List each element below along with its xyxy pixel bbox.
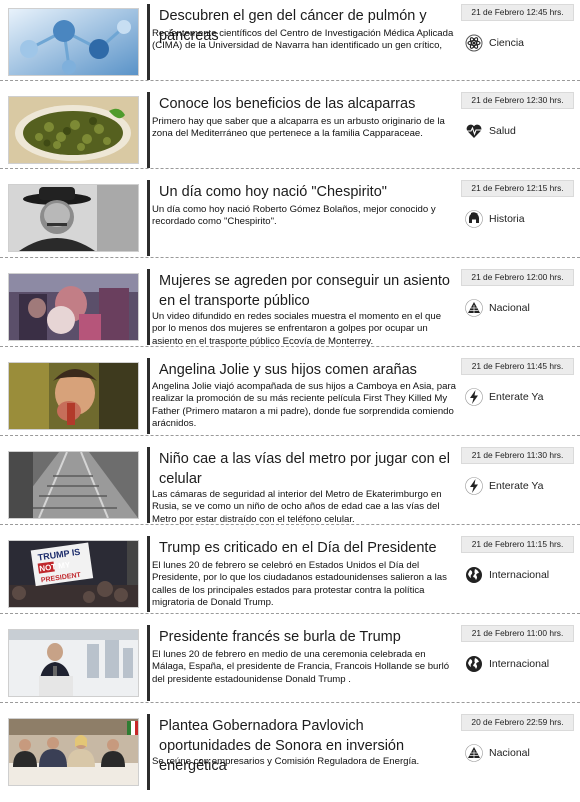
news-date-badge: 21 de Febrero 11:15 hrs. <box>461 536 574 553</box>
news-thumbnail[interactable] <box>8 362 139 430</box>
category-link[interactable]: Ciencia <box>465 32 524 54</box>
capers-image <box>9 97 138 163</box>
news-item[interactable]: TRUMP IS NOT MY PRESIDENT Trump es criti… <box>0 536 580 624</box>
panel-image <box>9 719 138 785</box>
category-label: Internacional <box>489 569 550 581</box>
pyramid-icon <box>465 299 483 317</box>
category-link[interactable]: Internacional <box>465 564 549 586</box>
bus-fight-image <box>9 274 138 340</box>
news-date-badge: 20 de Febrero 22:59 hrs. <box>461 714 574 731</box>
pyramid-icon <box>465 744 483 762</box>
category-link[interactable]: Historia <box>465 208 525 230</box>
news-date-badge: 21 de Febrero 12:15 hrs. <box>461 180 574 197</box>
news-date-badge: 21 de Febrero 12:30 hrs. <box>461 92 574 109</box>
news-date-badge: 21 de Febrero 11:45 hrs. <box>461 358 574 375</box>
podium-image <box>9 630 138 696</box>
category-link[interactable]: Internacional <box>465 653 549 675</box>
category-label: Ciencia <box>489 37 525 49</box>
news-thumbnail[interactable] <box>8 718 139 786</box>
news-summary: Las cámaras de seguridad al interior del… <box>152 489 442 525</box>
category-label: Internacional <box>489 658 550 670</box>
news-thumbnail[interactable] <box>8 184 139 252</box>
atom-icon <box>465 34 483 52</box>
news-thumbnail[interactable]: TRUMP IS NOT MY PRESIDENT <box>8 540 139 608</box>
accent-bar <box>147 625 150 701</box>
globe-icon <box>465 566 483 584</box>
news-summary: Un video difundido en redes sociales mue… <box>152 311 442 347</box>
category-label: Enterate Ya <box>489 480 544 492</box>
news-title[interactable]: Un día como hoy nació "Chespirito" <box>159 182 455 202</box>
category-label: Enterate Ya <box>489 391 544 403</box>
news-title[interactable]: Conoce los beneficios de las alcaparras <box>159 94 455 114</box>
globe-icon <box>465 655 483 673</box>
news-title[interactable]: Angelina Jolie y sus hijos comen arañas <box>159 360 455 380</box>
news-item[interactable]: Un día como hoy nació "Chespirito" Un dí… <box>0 180 580 268</box>
news-thumbnail[interactable] <box>8 451 139 519</box>
news-summary: Recientemente científicos del Centro de … <box>152 28 454 52</box>
news-item[interactable]: Angelina Jolie y sus hijos comen arañas … <box>0 358 580 446</box>
accent-bar <box>147 536 150 612</box>
heartbeat-icon <box>465 122 483 140</box>
accent-bar <box>147 4 150 80</box>
news-summary: El lunes 20 de febrero en medio de una c… <box>152 649 450 685</box>
category-link[interactable]: Enterate Ya <box>465 386 543 408</box>
news-item[interactable]: Mujeres se agreden por conseguir un asie… <box>0 269 580 357</box>
accent-bar <box>147 358 150 434</box>
news-date-badge: 21 de Febrero 12:45 hrs. <box>461 4 574 21</box>
news-summary: El lunes 20 de febrero se celebró en Est… <box>152 560 447 609</box>
category-link[interactable]: Nacional <box>465 297 530 319</box>
portrait-image <box>9 185 138 251</box>
category-label: Nacional <box>489 747 530 759</box>
news-title[interactable]: Presidente francés se burla de Trump <box>159 627 455 647</box>
news-item[interactable]: Conoce los beneficios de las alcaparras … <box>0 92 580 180</box>
molecule-image <box>9 9 138 75</box>
news-thumbnail[interactable] <box>8 8 139 76</box>
news-date-badge: 21 de Febrero 12:00 hrs. <box>461 269 574 286</box>
category-link[interactable]: Salud <box>465 120 516 142</box>
news-title[interactable]: Trump es criticado en el Día del Preside… <box>159 538 455 558</box>
category-label: Historia <box>489 213 525 225</box>
news-thumbnail[interactable] <box>8 629 139 697</box>
news-summary: Angelina Jolie viajó acompañada de sus h… <box>152 381 456 430</box>
news-thumbnail[interactable] <box>8 273 139 341</box>
news-summary: Se reúne con empresarios y Comisión Regu… <box>152 756 420 767</box>
category-link[interactable]: Enterate Ya <box>465 475 543 497</box>
news-item[interactable]: Descubren el gen del cáncer de pulmón y … <box>0 4 580 92</box>
accent-bar <box>147 180 150 256</box>
category-label: Salud <box>489 125 516 137</box>
metro-image <box>9 452 138 518</box>
news-title[interactable]: Mujeres se agreden por conseguir un asie… <box>159 271 455 311</box>
accent-bar <box>147 92 150 168</box>
news-item[interactable]: Niño cae a las vías del metro por jugar … <box>0 447 580 535</box>
news-thumbnail[interactable] <box>8 96 139 164</box>
category-label: Nacional <box>489 302 530 314</box>
category-link[interactable]: Nacional <box>465 742 530 764</box>
actress-image <box>9 363 138 429</box>
news-summary: Primero hay que saber que a alcaparra es… <box>152 116 445 140</box>
news-date-badge: 21 de Febrero 11:30 hrs. <box>461 447 574 464</box>
accent-bar <box>147 269 150 345</box>
protest-image: TRUMP IS NOT MY PRESIDENT <box>9 541 138 607</box>
news-date-badge: 21 de Febrero 11:00 hrs. <box>461 625 574 642</box>
lightning-icon <box>465 388 483 406</box>
lightning-icon <box>465 477 483 495</box>
news-item[interactable]: Presidente francés se burla de Trump El … <box>0 625 580 713</box>
news-summary: Un día como hoy nació Roberto Gómez Bola… <box>152 204 436 228</box>
accent-bar <box>147 714 150 790</box>
news-item[interactable]: Plantea Gobernadora Pavlovich oportunida… <box>0 714 580 802</box>
spartan-helmet-icon <box>465 210 483 228</box>
accent-bar <box>147 447 150 523</box>
news-title[interactable]: Niño cae a las vías del metro por jugar … <box>159 449 455 489</box>
